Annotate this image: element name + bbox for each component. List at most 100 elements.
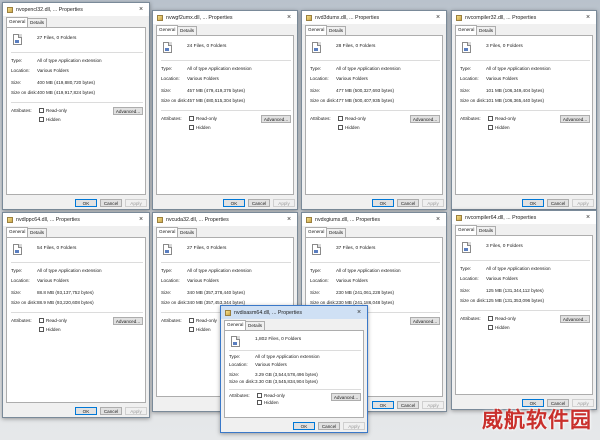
tab-details[interactable]: Details [326, 26, 347, 35]
cancel-button[interactable]: Cancel [100, 407, 122, 415]
read-only-checkbox[interactable] [39, 318, 44, 323]
properties-dialog[interactable]: nvwgf2umx.dll, ... Properties × General Det… [152, 10, 298, 210]
cancel-button[interactable]: Cancel [318, 422, 340, 430]
tab-details[interactable]: Details [27, 228, 48, 237]
close-icon[interactable]: × [133, 3, 149, 16]
type-value: All of type Application extension [37, 268, 102, 273]
advanced-button[interactable]: Advanced... [560, 315, 590, 323]
cancel-button[interactable]: Cancel [547, 199, 569, 207]
cancel-button[interactable]: Cancel [248, 199, 270, 207]
tab-general[interactable]: General [156, 25, 179, 35]
apply-button[interactable]: Apply [422, 401, 444, 409]
cancel-button[interactable]: Cancel [397, 401, 419, 409]
size-on-disk-value: 101 MB (106,365,440 bytes) [486, 98, 544, 103]
properties-dialog[interactable]: nvd3dumx.dll, ... Properties × General Deta… [301, 10, 447, 210]
tab-details[interactable]: Details [476, 226, 497, 235]
properties-dialog[interactable]: nvopencl32.dll, ... Properties × General De… [2, 2, 150, 210]
hidden-checkbox[interactable] [39, 327, 44, 332]
tab-details[interactable]: Details [27, 18, 48, 27]
properties-dialog[interactable]: nvcompiler64.dll, ... Properties × General… [451, 210, 597, 410]
title-bar[interactable]: nvdisasm64.dll, ... Properties × [221, 306, 367, 319]
apply-button[interactable]: Apply [273, 199, 295, 207]
title-bar[interactable]: nvwgf2umx.dll, ... Properties × [153, 11, 297, 24]
title-bar[interactable]: nvdxgiums.dll, ... Properties × [302, 213, 446, 226]
ok-button[interactable]: OK [75, 407, 97, 415]
ok-button[interactable]: OK [75, 199, 97, 207]
read-only-checkbox[interactable] [189, 116, 194, 121]
hidden-checkbox[interactable] [338, 125, 343, 130]
read-only-checkbox[interactable] [338, 116, 343, 121]
title-bar[interactable]: nvdlppc64.dll, ... Properties × [3, 213, 149, 226]
hidden-checkbox[interactable] [189, 327, 194, 332]
ok-button[interactable]: OK [372, 199, 394, 207]
close-icon[interactable]: × [281, 11, 297, 24]
size-on-disk-value: 400 MB (419,917,824 bytes) [37, 90, 95, 95]
properties-dialog[interactable]: nvcompiler32.dll, ... Properties × General… [451, 10, 597, 210]
read-only-checkbox[interactable] [488, 116, 493, 121]
close-icon[interactable]: × [133, 213, 149, 226]
title-bar[interactable]: nvcompiler64.dll, ... Properties × [452, 211, 596, 224]
tab-details[interactable]: Details [326, 228, 347, 237]
advanced-button[interactable]: Advanced... [410, 115, 440, 123]
close-icon[interactable]: × [351, 306, 367, 319]
apply-button[interactable]: Apply [572, 199, 594, 207]
read-only-checkbox[interactable] [189, 318, 194, 323]
read-only-checkbox[interactable] [488, 316, 493, 321]
ok-button[interactable]: OK [223, 199, 245, 207]
hidden-checkbox[interactable] [257, 400, 262, 405]
dll-file-icon [157, 216, 163, 223]
close-icon[interactable]: × [430, 11, 446, 24]
dialog-title: nvcompiler32.dll, ... Properties [465, 14, 537, 21]
properties-dialog[interactable]: nvdlppc64.dll, ... Properties × General Det… [2, 212, 150, 418]
title-bar[interactable]: nvcompiler32.dll, ... Properties × [452, 11, 596, 24]
separator [310, 60, 440, 61]
apply-button[interactable]: Apply [422, 199, 444, 207]
advanced-button[interactable]: Advanced... [261, 115, 291, 123]
tab-general[interactable]: General [455, 25, 478, 35]
close-icon[interactable]: × [281, 213, 297, 226]
close-icon[interactable]: × [580, 11, 596, 24]
hidden-checkbox[interactable] [189, 125, 194, 130]
apply-button[interactable]: Apply [343, 422, 365, 430]
tab-general[interactable]: General [305, 227, 328, 237]
advanced-button[interactable]: Advanced... [560, 115, 590, 123]
ok-button[interactable]: OK [522, 199, 544, 207]
cancel-button[interactable]: Cancel [100, 199, 122, 207]
tab-details[interactable]: Details [245, 321, 266, 330]
advanced-button[interactable]: Advanced... [410, 317, 440, 325]
tab-general[interactable]: General [6, 227, 29, 237]
hidden-checkbox[interactable] [488, 325, 493, 330]
hidden-checkbox[interactable] [39, 117, 44, 122]
advanced-button[interactable]: Advanced... [113, 107, 143, 115]
tab-details[interactable]: Details [177, 228, 198, 237]
ok-button[interactable]: OK [293, 422, 315, 430]
tab-general[interactable]: General [6, 17, 29, 27]
file-icon [13, 244, 22, 255]
ok-button[interactable]: OK [372, 401, 394, 409]
hidden-label: Hidden [345, 125, 360, 130]
advanced-button[interactable]: Advanced... [331, 393, 361, 401]
size-on-disk-value: 477 MB (500,407,935 bytes) [336, 98, 394, 103]
read-only-checkbox[interactable] [257, 393, 262, 398]
apply-button[interactable]: Apply [125, 407, 147, 415]
hidden-checkbox[interactable] [488, 125, 493, 130]
read-only-checkbox[interactable] [39, 108, 44, 113]
apply-button[interactable]: Apply [125, 199, 147, 207]
close-icon[interactable]: × [580, 211, 596, 224]
tab-general[interactable]: General [156, 227, 179, 237]
hidden-label: Hidden [196, 125, 211, 130]
cancel-button[interactable]: Cancel [397, 199, 419, 207]
tab-details[interactable]: Details [177, 26, 198, 35]
advanced-button[interactable]: Advanced... [113, 317, 143, 325]
title-bar[interactable]: nvopencl32.dll, ... Properties × [3, 3, 149, 16]
tab-general[interactable]: General [305, 25, 328, 35]
close-icon[interactable]: × [430, 213, 446, 226]
tab-details[interactable]: Details [476, 26, 497, 35]
dll-file-icon [7, 6, 13, 13]
title-bar[interactable]: nvcuda32.dll, ... Properties × [153, 213, 297, 226]
properties-dialog[interactable]: nvdisasm64.dll, ... Properties × General De… [220, 305, 368, 433]
hidden-label: Hidden [264, 400, 279, 405]
title-bar[interactable]: nvd3dumx.dll, ... Properties × [302, 11, 446, 24]
tab-general[interactable]: General [224, 320, 247, 330]
tab-general[interactable]: General [455, 225, 478, 235]
